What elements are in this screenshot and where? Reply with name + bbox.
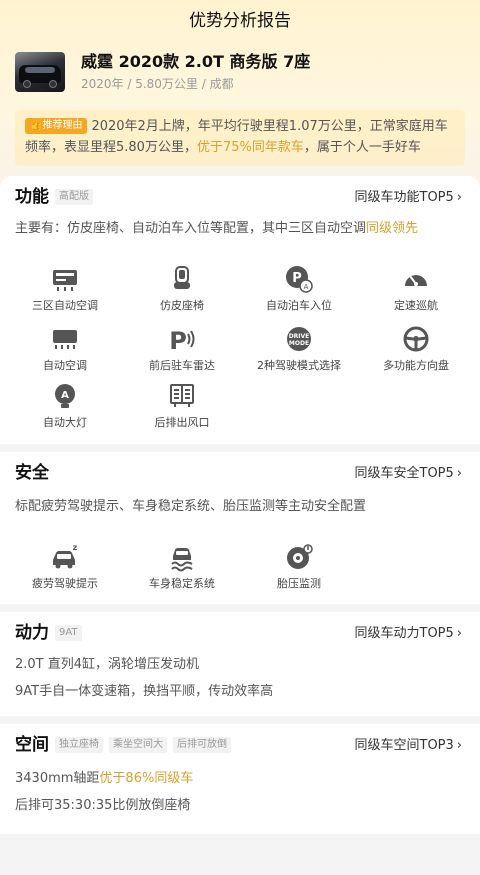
reason-text-end: ，属于个人一手好车	[303, 140, 421, 155]
safety-summary: 标配疲劳驾驶提示、车身稳定系统、胎压监测等主动安全配置	[15, 499, 367, 514]
section-title: 空间 独立座椅 乘坐空间大 后排可放倒	[15, 734, 231, 756]
section-title: 动力 9AT	[15, 622, 82, 644]
chevron-right-icon: ›	[456, 466, 462, 481]
space-line: 3430mm轴距优于86%同级车	[15, 771, 194, 786]
power-top5-link[interactable]: 同级车动力TOP5 ›	[355, 624, 463, 644]
power-line: 2.0T 直列4缸，涡轮增压发动机	[15, 657, 200, 672]
feature-item: 多功能方向盘	[356, 324, 476, 373]
svg-text:DRIVE: DRIVE	[289, 333, 310, 340]
steering-wheel-icon	[403, 326, 429, 352]
svg-text:P: P	[169, 327, 187, 354]
safety-item: z 疲劳驾驶提示	[32, 543, 98, 590]
climate-zone-icon	[53, 270, 77, 291]
car-name: 威霆 2020款 2.0T 商务版 7座	[81, 52, 311, 71]
features-summary: 主要有：仿皮座椅、自动泊车入位等配置，其中三区自动空调同级领先	[15, 221, 419, 236]
air-conditioner-icon	[53, 330, 77, 349]
auto-headlight-icon: A	[55, 384, 75, 408]
features-section: 功能 高配版 同级车功能TOP5 › 主要有：仿皮座椅、自动泊车入位等配置，其中三区…	[0, 176, 480, 444]
section-title: 功能 高配版	[15, 186, 93, 208]
recommend-reason-tag: 👍推荐理由	[25, 118, 88, 134]
section-tag: 乘坐空间大	[109, 737, 167, 753]
feature-item: 定速巡航	[356, 264, 476, 313]
section-tag: 后排可放倒	[173, 737, 231, 753]
seat-icon	[174, 266, 190, 289]
feature-item: 自动空调	[5, 324, 125, 373]
svg-text:A: A	[61, 390, 69, 401]
safety-item: 车身稳定系统	[122, 542, 242, 591]
fatigue-alert-icon: z	[53, 543, 78, 569]
thumbs-up-icon: 👍	[30, 120, 43, 131]
rear-vent-icon	[170, 384, 194, 407]
auto-parking-icon: PA	[286, 266, 313, 293]
section-tag: 9AT	[55, 625, 82, 641]
car-thumbnail	[15, 52, 65, 92]
section-tag: 高配版	[55, 189, 93, 205]
svg-text:MODE: MODE	[289, 340, 309, 347]
section-title: 安全	[15, 463, 49, 483]
tire-pressure-icon	[287, 544, 313, 569]
section-tag: 独立座椅	[55, 737, 103, 753]
chevron-right-icon: ›	[456, 738, 462, 753]
car-summary[interactable]: 威霆 2020款 2.0T 商务版 7座 2020年 / 5.80万公里 / 成…	[15, 52, 465, 94]
drive-mode-icon: DRIVEMODE	[287, 327, 311, 351]
power-section: 动力 9AT 同级车动力TOP5 › 2.0T 直列4缸，涡轮增压发动机 9AT手自…	[0, 612, 480, 716]
parking-radar-icon: P	[169, 327, 195, 354]
safety-section: 安全 同级车安全TOP5 › 标配疲劳驾驶提示、车身稳定系统、胎压监测等主动安全配…	[0, 452, 480, 604]
chevron-right-icon: ›	[456, 190, 462, 205]
feature-item: 后排出风口	[122, 381, 242, 430]
speedometer-icon	[405, 275, 427, 286]
safety-top5-link[interactable]: 同级车安全TOP5 ›	[355, 464, 463, 484]
svg-text:z: z	[73, 543, 78, 552]
safety-item: 胎压监测	[239, 542, 359, 591]
space-line: 后排可35:30:35比例放倒座椅	[15, 798, 191, 813]
stability-control-icon	[171, 548, 193, 572]
feature-item: PA 自动泊车入位	[239, 264, 359, 313]
feature-item: P 前后驻车雷达	[122, 324, 242, 373]
feature-item: 仿皮座椅	[122, 264, 242, 313]
feature-item: DRIVE MODE 2种驾驶模式选择	[239, 324, 359, 373]
features-top5-link[interactable]: 同级车功能TOP5 ›	[355, 188, 463, 208]
chevron-right-icon: ›	[456, 626, 462, 641]
feature-item: 三区自动空调	[5, 264, 125, 313]
power-line: 9AT手自一体变速箱，换挡平顺，传动效率高	[15, 684, 274, 699]
space-top3-link[interactable]: 同级车空间TOP3 ›	[355, 736, 463, 756]
space-section: 空间 独立座椅 乘坐空间大 后排可放倒 同级车空间TOP3 › 3430mm轴距优于86…	[0, 724, 480, 834]
reason-highlight: 优于75%同年款车	[196, 140, 304, 155]
recommend-reason: 👍推荐理由 2020年2月上牌，年平均行驶里程1.07万公里，正常家庭用车频率，表…	[15, 110, 465, 166]
car-meta: 2020年 / 5.80万公里 / 成都	[81, 77, 234, 91]
feature-item: A 自动大灯	[5, 381, 125, 430]
page-title: 优势分析报告	[189, 11, 291, 31]
svg-text:A: A	[304, 283, 309, 291]
